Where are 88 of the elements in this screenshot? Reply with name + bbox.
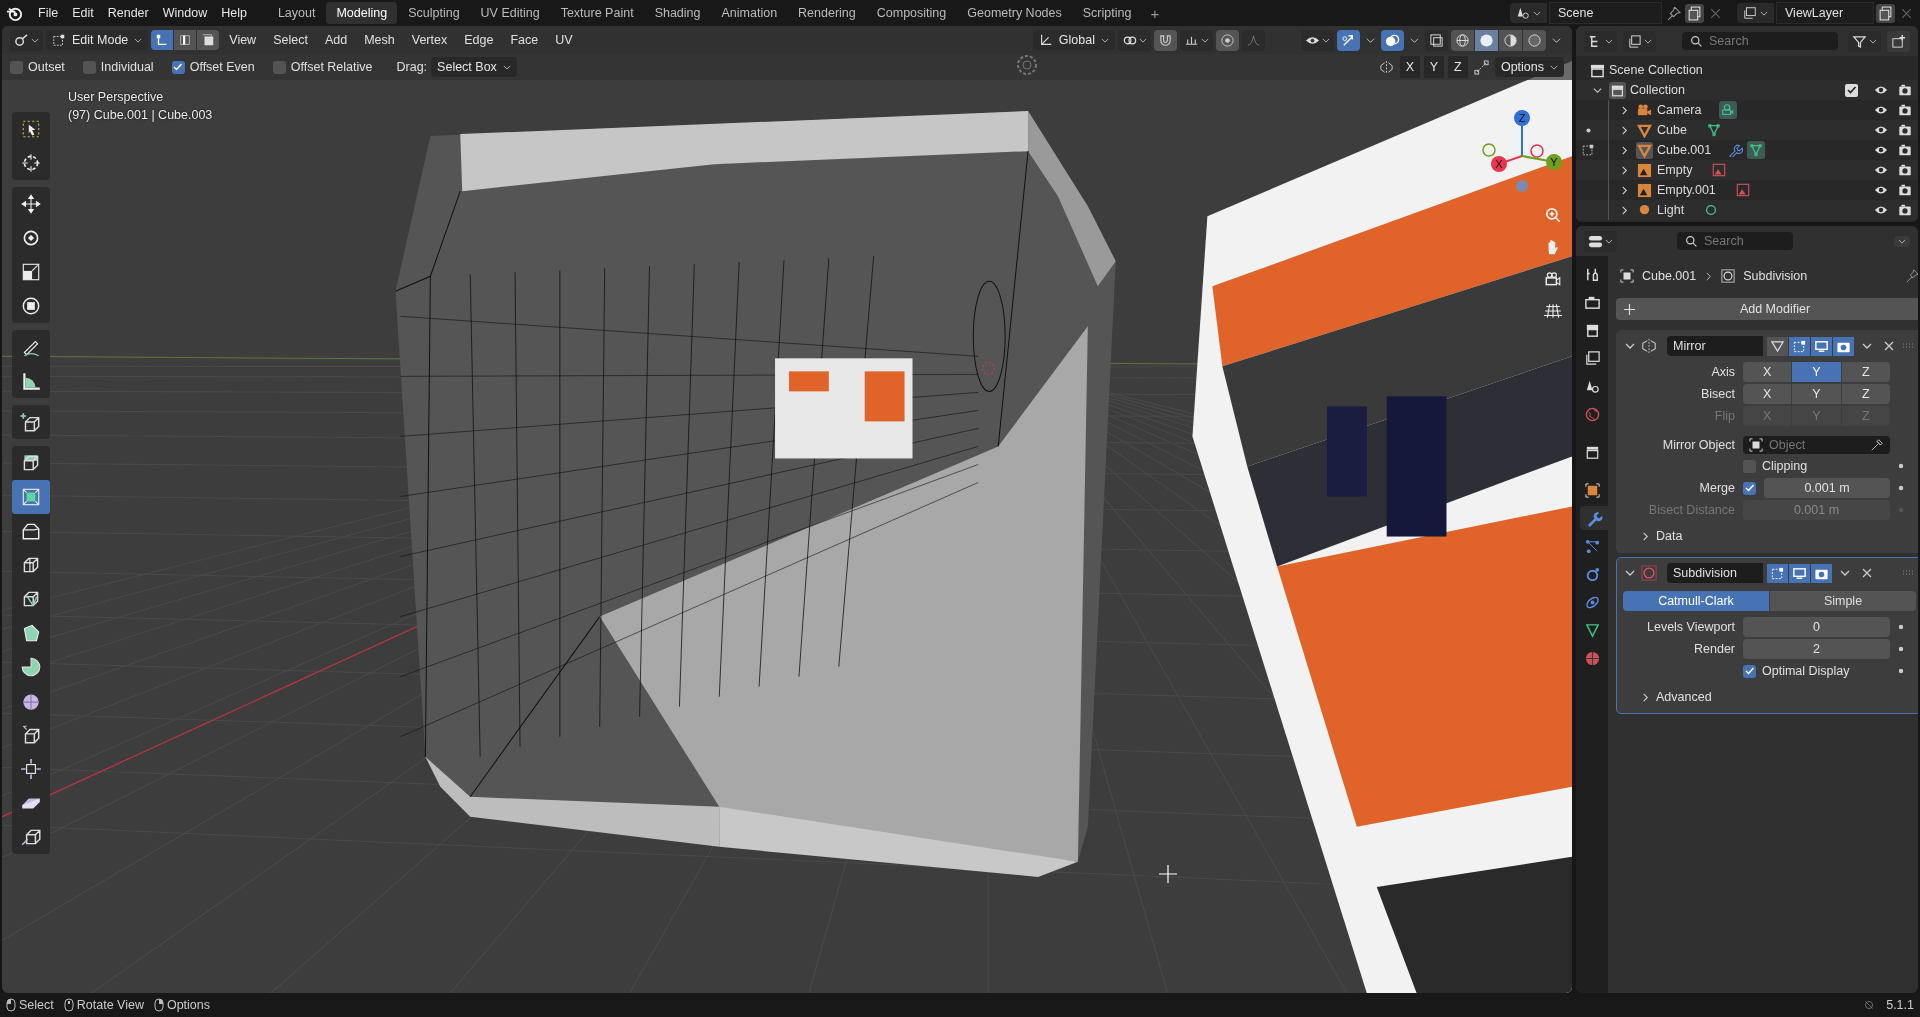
- field-label: Render: [1693, 642, 1735, 656]
- number-field[interactable]: 2: [1743, 639, 1890, 659]
- field-label: Bisect Distance: [1647, 503, 1735, 517]
- checkbox[interactable]: Individual: [82, 60, 168, 74]
- checkbox[interactable]: Offset Even: [171, 60, 269, 74]
- 3d-viewport[interactable]: Edit Mode View Select Add Mesh Vertex Edge Face UV Global Outset Individual Offset Even Offset Relative Drag: Select Box X Y Z Options User Perspective (97) Cube.001 | Cube.003 Z X Y: [2, 26, 1572, 993]
- menu-item[interactable]: Face: [503, 33, 546, 47]
- outliner-item[interactable]: Camera: [1657, 103, 1716, 117]
- checkbox[interactable]: Offset Relative: [272, 60, 387, 74]
- search-field[interactable]: Search: [1682, 32, 1838, 50]
- workspace-tab[interactable]: Sculpting: [398, 2, 470, 24]
- axis-handle[interactable]: Y: [1546, 154, 1562, 170]
- axis-toggle[interactable]: Y: [1423, 56, 1444, 78]
- version-text: 5.1.1: [1885, 998, 1914, 1012]
- workspace-tab[interactable]: Shading: [644, 2, 711, 24]
- scene-field[interactable]: Scene: [1549, 2, 1662, 24]
- axis-toggle[interactable]: X: [1743, 384, 1792, 404]
- breadcrumb-item: Subdivision: [1743, 269, 1808, 283]
- axis-toggle[interactable]: Y: [1792, 384, 1841, 404]
- axis-handle[interactable]: X: [1491, 156, 1507, 172]
- status-hint: Options: [166, 998, 210, 1012]
- workspace-tab[interactable]: Animation: [711, 2, 788, 24]
- axis-toggle[interactable]: Z: [1841, 362, 1890, 382]
- field-label: Levels Viewport: [1646, 620, 1735, 634]
- number-field[interactable]: 0: [1743, 617, 1890, 637]
- menu-item[interactable]: Select: [266, 33, 315, 47]
- outliner-item[interactable]: Scene Collection: [1609, 63, 1717, 77]
- status-hint: Select: [19, 998, 54, 1012]
- axis-toggle[interactable]: X: [1399, 56, 1420, 78]
- breadcrumb-item: Cube.001: [1642, 269, 1697, 283]
- workspace-tab[interactable]: Layout: [267, 2, 326, 24]
- method-toggle[interactable]: Simple: [1770, 591, 1916, 611]
- menu-item[interactable]: UV: [548, 33, 580, 47]
- workspace-tab[interactable]: Texture Paint: [550, 2, 644, 24]
- axis-toggle[interactable]: Z: [1841, 384, 1890, 404]
- axis-toggle[interactable]: Y: [1792, 362, 1841, 382]
- menu-item[interactable]: File: [31, 6, 66, 20]
- orientation-dropdown[interactable]: Global: [1032, 30, 1115, 50]
- axis-toggle[interactable]: X: [1743, 362, 1792, 382]
- viewport-info-text: User Perspective: [68, 89, 165, 106]
- view-layer-field[interactable]: ViewLayer: [1776, 2, 1874, 24]
- menu-item[interactable]: Edit: [65, 6, 101, 20]
- workspace-tab[interactable]: Rendering: [788, 2, 866, 24]
- add-modifier-button[interactable]: Add Modifier: [1616, 298, 1918, 320]
- menu-item[interactable]: Vertex: [404, 33, 455, 47]
- object-field[interactable]: Object: [1743, 436, 1890, 454]
- method-toggle[interactable]: Catmull-Clark: [1623, 591, 1769, 611]
- outliner-item[interactable]: Empty.001: [1657, 183, 1730, 197]
- field-label: Axis: [1710, 365, 1735, 379]
- menu-item[interactable]: Mesh: [357, 33, 402, 47]
- workspace-tab[interactable]: UV Editing: [470, 2, 550, 24]
- status-hint: Rotate View: [76, 998, 144, 1012]
- field-label: Flip: [1713, 409, 1735, 423]
- drag-dropdown[interactable]: Select Box: [431, 57, 517, 77]
- number-field[interactable]: 0.001 m: [1764, 478, 1890, 498]
- axis-handle[interactable]: Z: [1514, 110, 1530, 126]
- checkbox[interactable]: Optimal Display: [1743, 661, 1890, 681]
- menu-item[interactable]: Help: [214, 6, 254, 20]
- viewport-info-text: (97) Cube.001 | Cube.003: [68, 107, 213, 124]
- outliner-item[interactable]: Light: [1657, 203, 1699, 217]
- subpanel-header[interactable]: Advanced: [1656, 690, 1712, 704]
- outliner-item[interactable]: Collection: [1630, 83, 1699, 97]
- field-label: Merge: [1698, 481, 1735, 495]
- outliner-item[interactable]: Cube: [1657, 123, 1701, 137]
- outliner-item[interactable]: Empty: [1657, 163, 1707, 177]
- add-workspace-button[interactable]: +: [1142, 4, 1168, 22]
- menu-item[interactable]: Window: [155, 6, 215, 20]
- field-label: Mirror Object: [1661, 438, 1735, 452]
- axis-toggle[interactable]: Z: [1447, 56, 1468, 78]
- workspace-tab[interactable]: Modeling: [326, 2, 398, 24]
- drag-label: Drag:: [396, 60, 428, 74]
- checkbox[interactable]: Clipping: [1743, 456, 1890, 476]
- menu-item[interactable]: View: [222, 33, 264, 47]
- modifier-name-field[interactable]: Mirror: [1667, 336, 1763, 356]
- checkbox[interactable]: Outset: [10, 60, 79, 74]
- workspace-tab[interactable]: Compositing: [866, 2, 957, 24]
- subpanel-header[interactable]: Data: [1656, 529, 1683, 543]
- mode-dropdown[interactable]: Edit Mode: [46, 30, 149, 50]
- menu-item[interactable]: Edge: [457, 33, 501, 47]
- modifier-name-field[interactable]: Subdivision: [1667, 563, 1763, 583]
- field-label: Bisect: [1699, 387, 1735, 401]
- menu-item[interactable]: Add: [317, 33, 355, 47]
- search-field[interactable]: Search: [1677, 232, 1793, 250]
- outliner-item[interactable]: Cube.001: [1657, 143, 1726, 157]
- options-dropdown[interactable]: Options: [1494, 57, 1564, 77]
- workspace-tab[interactable]: Scripting: [1072, 2, 1142, 24]
- menu-item[interactable]: Render: [100, 6, 156, 20]
- workspace-tab[interactable]: Geometry Nodes: [957, 2, 1072, 24]
